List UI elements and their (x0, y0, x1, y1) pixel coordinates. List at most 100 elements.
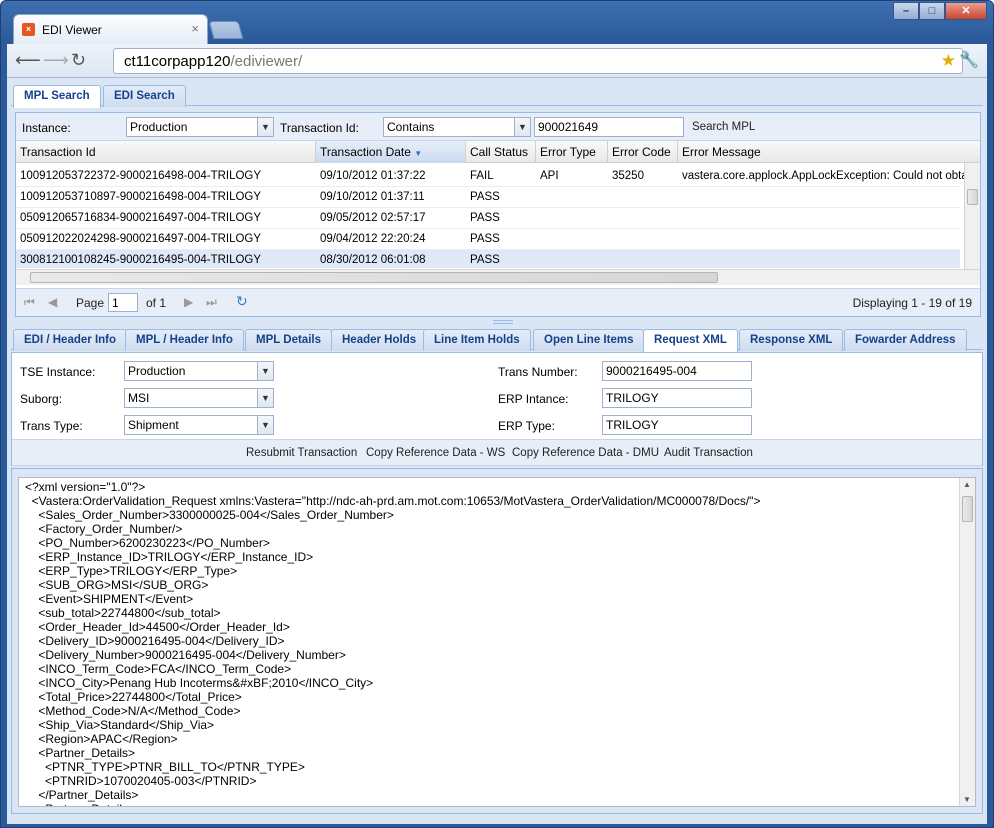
page-count: of 1 (146, 296, 167, 310)
window-close-button[interactable]: ✕ (945, 2, 987, 20)
table-cell: 050912065716834-9000216497-004-TRILOGY (20, 212, 262, 224)
first-page-icon[interactable]: ⏮ (24, 295, 35, 310)
table-cell: 100912053722372-9000216498-004-TRILOGY (20, 170, 262, 182)
table-cell: PASS (470, 254, 500, 266)
xml-line: <Region>APAC</Region> (25, 732, 178, 746)
scroll-thumb[interactable] (30, 272, 718, 283)
transaction-id-label: Transaction Id: (280, 121, 359, 135)
minimize-button[interactable]: – (893, 2, 919, 20)
transaction-id-input[interactable]: 900021649 (534, 117, 684, 137)
table-row[interactable]: 100912053710897-9000216498-004-TRILOGY 09… (16, 187, 960, 208)
scroll-up-icon[interactable]: ▲ (963, 480, 971, 489)
bookmark-star-icon[interactable]: ★ (941, 51, 956, 71)
table-row[interactable]: 050912022024298-9000216497-004-TRILOGY 09… (16, 229, 960, 250)
table-cell (536, 229, 608, 250)
grid-horizontal-scrollbar[interactable] (16, 269, 980, 285)
xml-vertical-scrollbar[interactable]: ▲ ▼ (959, 478, 975, 806)
resubmit-transaction-button[interactable]: Resubmit Transaction (246, 447, 357, 459)
browser-toolbar: ⟵ ⟶ ↻ ct11corpapp120/ediviewer/ ★ 🔧 (7, 44, 987, 78)
table-row[interactable]: 050912065716834-9000216497-004-TRILOGY 09… (16, 208, 960, 229)
xml-line: <Event>SHIPMENT</Event> (25, 592, 194, 606)
scroll-thumb[interactable] (962, 496, 973, 522)
reload-icon[interactable]: ↻ (71, 50, 86, 71)
table-cell (678, 187, 964, 208)
table-cell (608, 208, 678, 229)
suborg-select[interactable]: MSI ▼ (124, 388, 274, 408)
search-tabstrip: MPL Search EDI Search (11, 82, 983, 108)
tab-mpl-search[interactable]: MPL Search (13, 85, 101, 108)
table-cell: 09/10/2012 01:37:22 (320, 170, 426, 182)
new-tab-button[interactable] (208, 21, 244, 39)
erp-instance-label: ERP Intance: (498, 392, 569, 406)
tse-instance-select[interactable]: Production ▼ (124, 361, 274, 381)
refresh-icon[interactable]: ↻ (236, 293, 248, 310)
tab-open-line-items[interactable]: Open Line Items (533, 329, 645, 351)
instance-label: Instance: (22, 121, 71, 135)
splitter-handle[interactable] (493, 320, 513, 324)
url-text: ct11corpapp120/ediviewer/ (124, 53, 303, 70)
tab-request-xml[interactable]: Request XML (643, 329, 738, 352)
tab-mpl-details[interactable]: MPL Details (245, 329, 332, 351)
table-cell: vastera.core.applock.AppLockException: C… (682, 170, 964, 182)
back-icon[interactable]: ⟵ (15, 50, 41, 71)
match-type-select[interactable]: Contains ▼ (383, 117, 531, 137)
forward-icon[interactable]: ⟶ (43, 50, 69, 71)
table-cell: 35250 (612, 170, 644, 182)
col-error-code[interactable]: Error Code (608, 141, 678, 163)
address-bar[interactable]: ct11corpapp120/ediviewer/ ★ (113, 48, 963, 74)
trans-number-field[interactable]: 9000216495-004 (602, 361, 752, 381)
tab-mpl-header-info[interactable]: MPL / Header Info (125, 329, 244, 351)
table-row[interactable]: 100912053722372-9000216498-004-TRILOGY 09… (16, 166, 964, 187)
chevron-down-icon[interactable]: ▼ (257, 416, 273, 434)
next-page-icon[interactable]: ▶ (184, 295, 193, 309)
chevron-down-icon[interactable]: ▼ (514, 118, 530, 136)
col-transaction-id[interactable]: Transaction Id (16, 141, 316, 163)
last-page-icon[interactable]: ⏭ (206, 295, 217, 310)
page-input[interactable]: 1 (108, 293, 138, 312)
tab-edi-search[interactable]: EDI Search (103, 85, 186, 107)
detail-tabstrip: EDI / Header Info MPL / Header Info MPL De… (11, 326, 983, 352)
browser-tab[interactable]: × EDI Viewer × (13, 14, 208, 44)
audit-transaction-button[interactable]: Audit Transaction (664, 447, 753, 459)
xml-line: <ERP_Type>TRILOGY</ERP_Type> (25, 564, 238, 578)
scroll-thumb[interactable] (967, 189, 978, 205)
xml-line: <Delivery_Number>9000216495-004</Deliver… (25, 648, 346, 662)
tab-edi-header-info[interactable]: EDI / Header Info (13, 329, 128, 351)
grid-vertical-scrollbar[interactable] (964, 163, 980, 269)
table-cell (678, 250, 964, 268)
table-cell: 050912022024298-9000216497-004-TRILOGY (20, 233, 262, 245)
copy-reference-dmu-button[interactable]: Copy Reference Data - DMU (512, 447, 659, 459)
copy-reference-ws-button[interactable]: Copy Reference Data - WS (366, 447, 505, 459)
request-xml-textarea[interactable]: <?xml version="1.0"?> <Vastera:OrderVali… (18, 477, 976, 807)
instance-select[interactable]: Production ▼ (126, 117, 274, 137)
app-favicon-icon: × (22, 23, 35, 36)
xml-line: <Partner_Details> (25, 802, 975, 806)
col-call-status[interactable]: Call Status (466, 141, 536, 163)
col-error-message[interactable]: Error Message (678, 141, 980, 163)
tse-instance-label: TSE Instance: (20, 365, 96, 379)
scroll-down-icon[interactable]: ▼ (963, 795, 971, 804)
search-mpl-button[interactable]: Search MPL (692, 121, 755, 133)
table-cell (678, 229, 964, 250)
maximize-button[interactable]: □ (919, 2, 945, 20)
tab-response-xml[interactable]: Response XML (739, 329, 844, 351)
tab-close-icon[interactable]: × (191, 21, 199, 36)
chevron-down-icon[interactable]: ▼ (257, 389, 273, 407)
trans-type-select[interactable]: Shipment ▼ (124, 415, 274, 435)
table-cell: 09/05/2012 02:57:17 (320, 212, 426, 224)
tab-fowarder-address[interactable]: Fowarder Address (844, 329, 967, 351)
prev-page-icon[interactable]: ◀ (48, 295, 57, 309)
col-transaction-date[interactable]: Transaction Date ▼ (316, 141, 466, 163)
tab-header-holds[interactable]: Header Holds (331, 329, 428, 351)
xml-line: <INCO_Term_Code>FCA</INCO_Term_Code> (25, 662, 292, 676)
tab-line-item-holds[interactable]: Line Item Holds (423, 329, 531, 351)
chevron-down-icon[interactable]: ▼ (257, 118, 273, 136)
table-cell: 09/04/2012 22:20:24 (320, 233, 426, 245)
chevron-down-icon[interactable]: ▼ (257, 362, 273, 380)
col-error-type[interactable]: Error Type (536, 141, 608, 163)
wrench-icon[interactable]: 🔧 (959, 50, 979, 70)
xml-line: <SUB_ORG>MSI</SUB_ORG> (25, 578, 209, 592)
erp-type-field[interactable]: TRILOGY (602, 415, 752, 435)
erp-instance-field[interactable]: TRILOGY (602, 388, 752, 408)
table-row[interactable]: 300812100108245-9000216495-004-TRILOGY 08… (16, 250, 960, 268)
